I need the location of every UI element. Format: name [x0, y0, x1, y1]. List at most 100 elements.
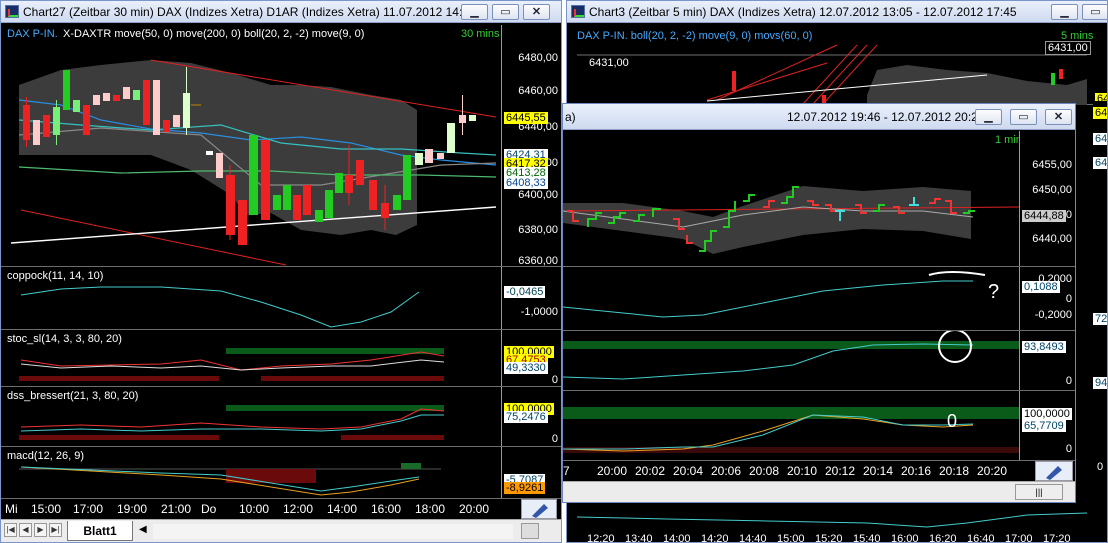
front-price-axis[interactable]: 6455,00 6450,00 6445,00 6440,00 6444,88 — [1019, 131, 1075, 266]
front-coppock-box: 0,1088 — [1022, 281, 1060, 293]
time-label: 20:18 — [939, 464, 970, 478]
front-window-titlebar[interactable]: a) 12.07.2012 19:46 - 12.07.2012 20:21 ▁… — [563, 104, 1075, 130]
left-window-titlebar[interactable]: Chart27 (Zeitbar 30 min) DAX (Indizes Xe… — [1, 1, 561, 23]
time-label: 14:00 — [663, 533, 691, 543]
handwritten-zero-mark: 0 — [947, 411, 958, 431]
front-chart-window: a) 12.07.2012 19:46 - 12.07.2012 20:21 ▁… — [562, 103, 1076, 503]
last-sheet-icon[interactable]: ▶| — [49, 523, 62, 537]
time-label: 12:20 — [587, 533, 615, 543]
maximize-button[interactable]: ▭ — [1082, 4, 1107, 20]
scroll-thumb[interactable] — [521, 523, 539, 539]
front-coppock-axis[interactable]: 0,2000 0,1088 0 -0,2000 — [1019, 267, 1075, 330]
front-price-panel[interactable]: 1 min 6455,00 6450,00 6445,00 6440,00 64… — [563, 131, 1075, 267]
front-price-svg — [563, 186, 1019, 254]
pen-tool-icon[interactable] — [521, 499, 557, 519]
time-label: 15:20 — [815, 533, 843, 543]
price-panel[interactable]: DAX P-IN. X-DAXTR move(50, 0) move(200, … — [1, 25, 561, 267]
minimize-button[interactable]: ▁ — [461, 4, 488, 20]
edge-value: 64 — [1093, 107, 1108, 119]
price-tick: 6380,00 — [518, 224, 558, 236]
coppock-value-box: -0,0465 — [504, 286, 546, 298]
time-label: 20:02 — [635, 464, 666, 478]
horizontal-scrollbar[interactable] — [153, 524, 513, 539]
coppock-label: coppock(11, 14, 10) — [7, 270, 104, 282]
right-bottom-panel[interactable]: 12:20 13:40 14:00 14:20 14:40 15:00 15:2… — [567, 505, 1107, 543]
time-label: 15:40 — [853, 533, 881, 543]
time-label: 14:00 — [327, 502, 358, 516]
left-window-title: Chart27 (Zeitbar 30 min) DAX (Indizes Xe… — [23, 5, 473, 19]
front-dss-panel[interactable]: 0 100,0000 65,7709 0 — [563, 391, 1075, 461]
time-label: 20:04 — [673, 464, 704, 478]
horizontal-scrollbar[interactable]: ||| — [1015, 484, 1063, 500]
front-dss-box: 65,7709 — [1022, 420, 1066, 432]
front-dss-top-box: 100,0000 — [1022, 408, 1072, 420]
time-label: 15:00 — [777, 533, 805, 543]
stoc-value-box: 49,3330 — [504, 362, 548, 374]
time-label: 16:00 — [371, 502, 402, 516]
instrument-label: DAX P-IN. — [7, 28, 58, 40]
front-dss-axis[interactable]: 100,0000 65,7709 0 — [1019, 391, 1075, 460]
macd-axis[interactable]: -5,7087 -8,9261 — [501, 447, 561, 498]
time-label: 20:10 — [787, 464, 818, 478]
front-stoc-box: 93,8493 — [1022, 341, 1066, 353]
dss-value-box: 75,2476 — [504, 411, 548, 423]
next-sheet-icon[interactable]: ▶ — [34, 523, 47, 537]
front-stochastic-panel[interactable]: 93,8493 0 — [563, 331, 1075, 391]
time-label: 20:06 — [711, 464, 742, 478]
pen-tool-icon[interactable] — [1035, 461, 1073, 481]
dss-tick: 0 — [1065, 443, 1072, 455]
sheet-tab-label: Blatt1 — [83, 524, 117, 538]
chart-app-icon — [571, 5, 585, 18]
right-window-titlebar[interactable]: Chart3 (Zeitbar 5 min) DAX (Indizes Xetr… — [567, 1, 1107, 23]
right-bottom-time-axis[interactable]: 12:20 13:40 14:00 14:20 14:40 15:00 15:2… — [567, 533, 1107, 543]
front-window-title-prefix: a) — [565, 110, 576, 124]
edge-value: 0 — [1097, 461, 1104, 473]
coppock-tick: -0,2000 — [1034, 309, 1072, 321]
first-sheet-icon[interactable]: |◀ — [4, 523, 17, 537]
coppock-panel[interactable]: coppock(11, 14, 10) -0,0465 -1,0000 — [1, 267, 561, 330]
front-coppock-panel[interactable]: ? 0,2000 0,1088 0 -0,2000 — [563, 267, 1075, 331]
prev-sheet-icon[interactable]: ◀ — [19, 523, 32, 537]
macd-panel[interactable]: macd(12, 26, 9) -5,7087 -8,9261 — [1, 447, 561, 499]
chart-app-icon — [5, 5, 19, 18]
time-label: 13:40 — [625, 533, 653, 543]
stochastic-axis[interactable]: 100,0000 67,4753 49,3330 0 — [501, 330, 561, 386]
time-label: 19:00 — [117, 502, 148, 516]
stoc-tick: 0 — [551, 374, 558, 386]
front-stochastic-svg — [563, 331, 1019, 380]
front-stochastic-axis[interactable]: 93,8493 0 — [1019, 331, 1075, 390]
time-label: 16:40 — [967, 533, 995, 543]
stochastic-label: stoc_sl(14, 3, 3, 80, 20) — [7, 333, 122, 345]
front-last-price-box: 6444,88 — [1022, 210, 1066, 222]
front-coppock-svg — [563, 271, 986, 318]
time-label: 16:00 — [891, 533, 919, 543]
close-button[interactable]: ✕ — [523, 4, 550, 20]
edge-value: 94 — [1093, 377, 1108, 389]
time-label: 20:20 — [977, 464, 1008, 478]
sheet-tab-blatt1[interactable]: Blatt1 — [67, 521, 133, 541]
price-tick: 6455,00 — [1032, 159, 1072, 171]
coppock-tick: 0 — [1065, 293, 1072, 305]
last-price-box: 6445,55 — [504, 112, 548, 124]
time-label: 20:00 — [597, 464, 628, 478]
dss-axis[interactable]: 100,0000 75,2476 0 — [501, 387, 561, 446]
coppock-axis[interactable]: -0,0465 -1,0000 — [501, 267, 561, 329]
dss-panel[interactable]: dss_bressert(21, 3, 80, 20) 100,0000 75,… — [1, 387, 561, 447]
front-time-axis[interactable]: 7 20:00 20:02 20:04 20:06 20:08 20:10 20… — [563, 461, 1075, 481]
minimize-button[interactable]: ▁ — [975, 109, 1002, 125]
bollinger-band — [19, 60, 417, 235]
time-label: 16:20 — [929, 533, 957, 543]
right-price-panel[interactable]: DAX P-IN. boll(20, 2, -2) move(9, 0) mov… — [567, 25, 1107, 105]
maximize-button[interactable]: ▭ — [492, 4, 519, 20]
maximize-button[interactable]: ▭ — [1010, 109, 1037, 125]
front-timeframe-label: 1 min — [995, 134, 1022, 146]
stochastic-panel[interactable]: stoc_sl(14, 3, 3, 80, 20) 100,0000 67,47… — [1, 330, 561, 387]
time-label: 20:14 — [863, 464, 894, 478]
scroll-left-arrow[interactable]: ◀ — [139, 524, 147, 535]
indicators-label: X-DAXTR move(50, 0) move(200, 0) boll(20… — [63, 28, 365, 40]
minimize-button[interactable]: ▁ — [1051, 4, 1078, 20]
time-label: 10:00 — [239, 502, 270, 516]
close-button[interactable]: ✕ — [1045, 109, 1072, 125]
price-axis[interactable]: 6480,00 6460,00 6440,00 6420,00 6400,00 … — [501, 25, 561, 267]
time-axis[interactable]: Mi 15:00 17:00 19:00 21:00 Do 10:00 12:0… — [1, 499, 561, 519]
